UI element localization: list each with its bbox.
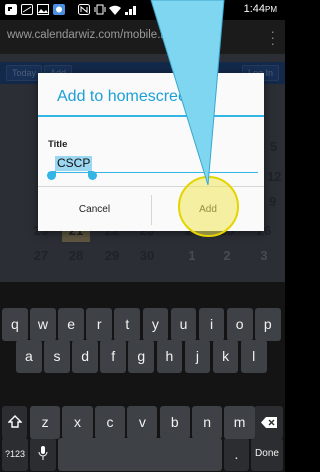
key-m[interactable]: m [224, 406, 255, 439]
url-field[interactable]: www.calendarwiz.com/mobile.h [7, 29, 167, 41]
key-j[interactable]: j [184, 340, 211, 373]
voice-input-key[interactable] [30, 438, 56, 471]
space-key[interactable] [58, 438, 222, 471]
soft-keyboard: ?123 . Done qwertyuiop asdfghjkl zxcvbnm [0, 282, 285, 472]
key-i[interactable]: i [198, 308, 225, 341]
vibrate-icon [94, 4, 106, 15]
selection-handle-left[interactable] [47, 171, 56, 180]
backspace-key[interactable] [254, 406, 283, 439]
calendar-day[interactable]: 3 [250, 245, 278, 267]
cancel-button[interactable]: Cancel [38, 187, 151, 232]
dialog-title: Add to homescreen [57, 88, 196, 105]
key-n[interactable]: n [192, 406, 223, 439]
calendar-day[interactable]: 27 [27, 245, 55, 267]
status-bar: 1:44PM [0, 0, 285, 20]
tap-indicator [178, 176, 239, 237]
nfc-icon [78, 4, 90, 15]
key-r[interactable]: r [86, 308, 113, 341]
key-s[interactable]: s [44, 340, 70, 373]
key-o[interactable]: o [226, 308, 253, 341]
shift-icon [6, 415, 23, 428]
key-u[interactable]: u [170, 308, 197, 341]
done-key[interactable]: Done [251, 438, 283, 471]
calendar-day[interactable]: 2 [213, 245, 241, 267]
calendar-day[interactable]: 29 [98, 245, 126, 267]
microphone-icon [38, 446, 48, 460]
key-q[interactable]: q [2, 308, 28, 341]
key-e[interactable]: e [58, 308, 84, 341]
shift-key[interactable] [2, 406, 27, 439]
key-k[interactable]: k [212, 340, 239, 373]
selection-handle-right[interactable] [88, 171, 97, 180]
key-g[interactable]: g [128, 340, 155, 373]
browser-toolbar: www.calendarwiz.com/mobile.h · · · [0, 20, 285, 54]
key-t[interactable]: t [114, 308, 141, 341]
clock: 1:44PM [243, 3, 277, 15]
key-l[interactable]: l [240, 340, 267, 373]
backspace-icon [260, 417, 277, 428]
message-icon [21, 4, 33, 15]
key-v[interactable]: v [127, 406, 158, 439]
signal-icon [125, 6, 136, 15]
key-z[interactable]: z [30, 406, 61, 439]
key-c[interactable]: c [94, 406, 126, 439]
calendar-day[interactable]: 1 [178, 245, 206, 267]
overflow-menu-icon[interactable]: · · · [270, 24, 275, 50]
calendar-day[interactable]: 28 [62, 245, 90, 267]
calendar-day[interactable]: 30 [133, 245, 161, 267]
key-b[interactable]: b [159, 406, 190, 439]
image-icon [37, 4, 49, 15]
key-d[interactable]: d [72, 340, 98, 373]
dialog-title-divider [38, 115, 264, 117]
key-f[interactable]: f [100, 340, 127, 373]
period-key[interactable]: . [224, 438, 249, 471]
calendar-day[interactable]: 9 [269, 194, 276, 209]
key-w[interactable]: w [30, 308, 56, 341]
key-x[interactable]: x [62, 406, 93, 439]
today-button[interactable]: Today [6, 65, 43, 81]
calendar-day[interactable]: 12 [267, 169, 281, 184]
notification-icon [5, 4, 17, 15]
title-field-label: Title [48, 139, 68, 150]
title-input-selected-text[interactable]: CSCP [55, 156, 93, 171]
key-p[interactable]: p [254, 308, 281, 341]
key-a[interactable]: a [16, 340, 42, 373]
symbols-key[interactable]: ?123 [2, 438, 28, 471]
key-y[interactable]: y [142, 308, 169, 341]
app-icon [53, 4, 65, 15]
calendar-day[interactable]: 5 [270, 139, 277, 154]
calendar-week-row: 27 28 29 30 1 2 3 [0, 245, 268, 267]
wifi-icon [109, 5, 121, 15]
key-h[interactable]: h [156, 340, 183, 373]
